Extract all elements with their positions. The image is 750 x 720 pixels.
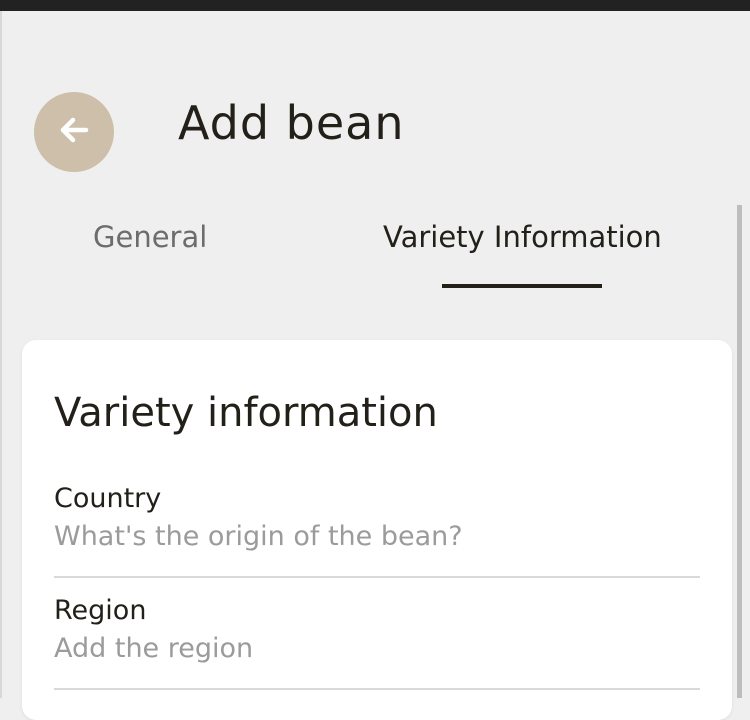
scrollbar[interactable] [737,205,742,698]
active-tab-indicator [442,284,602,288]
region-field: Region [54,595,700,690]
region-label: Region [54,595,147,626]
region-divider [54,688,700,690]
tab-bar: General Variety Information [0,200,738,300]
card-title: Variety information [54,390,438,436]
region-input[interactable] [54,633,700,664]
country-field: Country [54,483,700,578]
arrow-left-icon [59,117,89,147]
window-edge [0,11,2,698]
back-button[interactable] [34,92,114,172]
country-label: Country [54,483,162,514]
status-bar [0,0,750,11]
variety-information-card: Variety information Country Region [22,340,732,720]
country-input[interactable] [54,521,700,552]
page-title: Add bean [178,96,405,150]
tab-variety-information[interactable]: Variety Information [383,220,662,254]
tab-general[interactable]: General [93,220,207,254]
country-divider [54,576,700,578]
